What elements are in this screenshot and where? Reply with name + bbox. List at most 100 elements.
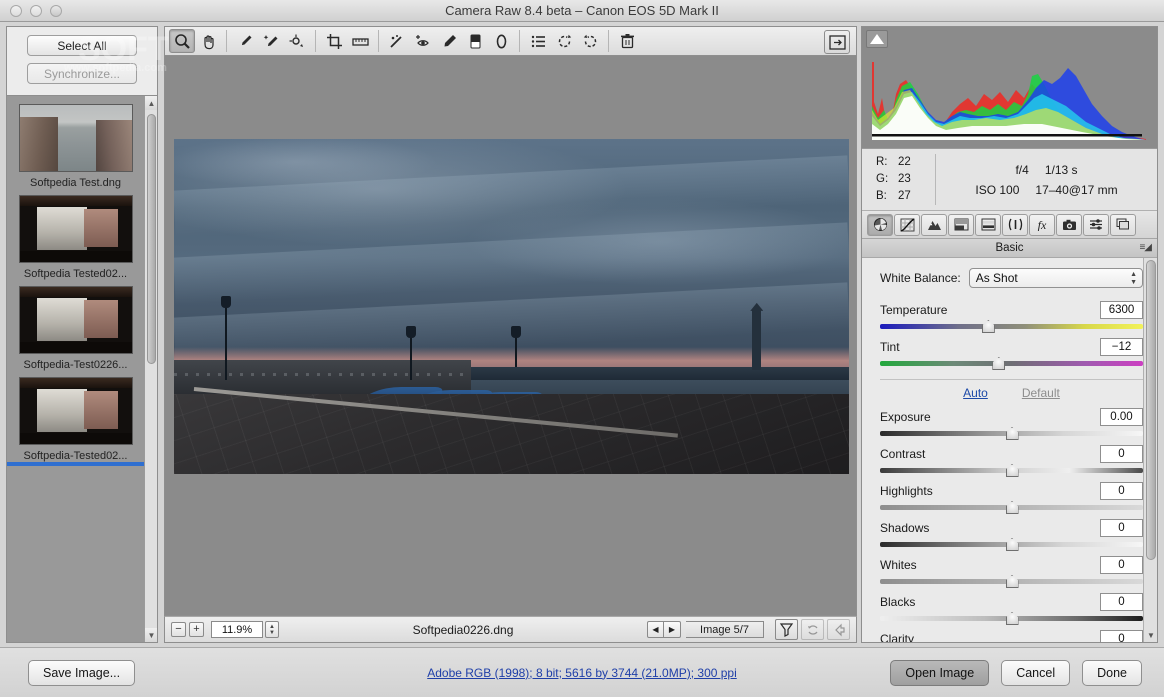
filmstrip-thumbnail[interactable]: [19, 195, 133, 263]
slider-value[interactable]: 0: [1100, 593, 1143, 611]
color-sampler-tool[interactable]: [258, 29, 284, 53]
slider-track-area[interactable]: [880, 538, 1143, 552]
radial-filter-tool[interactable]: [488, 29, 514, 53]
white-balance-select[interactable]: As Shot ▲▼: [969, 268, 1143, 288]
slider-handle[interactable]: [992, 357, 1005, 370]
slider-track-area[interactable]: [880, 357, 1143, 371]
slider-value[interactable]: −12: [1100, 338, 1143, 356]
tab-tone-curve[interactable]: [894, 214, 920, 236]
slider-temperature[interactable]: Temperature6300: [880, 300, 1143, 334]
toggle-fullscreen-button[interactable]: [824, 30, 850, 54]
filmstrip-thumbnail[interactable]: [19, 104, 133, 172]
filmstrip-scroll-thumb[interactable]: [147, 114, 156, 364]
slider-contrast[interactable]: Contrast0: [880, 444, 1143, 478]
preview-image[interactable]: [174, 139, 849, 474]
auto-link[interactable]: Auto: [963, 386, 988, 400]
slider-value[interactable]: 0: [1100, 556, 1143, 574]
slider-clarity[interactable]: Clarity0: [880, 629, 1143, 642]
previous-image-button[interactable]: ◀: [647, 621, 664, 638]
slider-handle[interactable]: [982, 320, 995, 333]
rotate-right-icon[interactable]: [827, 619, 850, 640]
slider-handle[interactable]: [1006, 538, 1019, 551]
cancel-button[interactable]: Cancel: [1001, 660, 1070, 686]
crop-tool[interactable]: [321, 29, 347, 53]
slider-blacks[interactable]: Blacks0: [880, 592, 1143, 626]
rotate-counterclockwise-tool[interactable]: [551, 29, 577, 53]
filmstrip-item[interactable]: Softpedia Tested02...: [7, 193, 144, 284]
default-link[interactable]: Default: [1022, 386, 1060, 400]
graduated-filter-tool[interactable]: [462, 29, 488, 53]
tab-camera-calibration[interactable]: [1056, 214, 1082, 236]
select-all-button[interactable]: Select All: [27, 35, 137, 56]
preferences-tool[interactable]: [525, 29, 551, 53]
slider-handle[interactable]: [1006, 427, 1019, 440]
filmstrip-item[interactable]: Softpedia-Test0226...: [7, 284, 144, 375]
slider-track-area[interactable]: [880, 612, 1143, 626]
slider-exposure[interactable]: Exposure0.00: [880, 407, 1143, 441]
open-image-button[interactable]: Open Image: [890, 660, 989, 686]
red-eye-removal-tool[interactable]: [410, 29, 436, 53]
tab-basic[interactable]: [867, 214, 893, 236]
white-balance-tool[interactable]: [232, 29, 258, 53]
targeted-adjustment-tool[interactable]: [284, 29, 310, 53]
panel-scroll-thumb[interactable]: [1146, 260, 1156, 560]
adjustment-brush-tool[interactable]: [436, 29, 462, 53]
delete-tool[interactable]: [614, 29, 640, 53]
slider-track-area[interactable]: [880, 575, 1143, 589]
spot-removal-tool[interactable]: [384, 29, 410, 53]
filmstrip-item[interactable]: Softpedia Test.dng: [7, 102, 144, 193]
panel-scroll-down-icon[interactable]: ▼: [1144, 629, 1157, 642]
zoom-tool[interactable]: [169, 29, 195, 53]
slider-tint[interactable]: Tint−12: [880, 337, 1143, 371]
tab-lens-corrections[interactable]: [1002, 214, 1028, 236]
slider-handle[interactable]: [1006, 575, 1019, 588]
scroll-up-icon[interactable]: ▲: [145, 96, 157, 110]
slider-label: Highlights: [880, 484, 933, 498]
panel-menu-icon[interactable]: ≡◢: [1139, 242, 1151, 253]
slider-track-area[interactable]: [880, 427, 1143, 441]
rotate-left-icon[interactable]: [801, 619, 824, 640]
zoom-in-button[interactable]: +: [189, 622, 204, 637]
slider-track-area[interactable]: [880, 501, 1143, 515]
tab-effects[interactable]: fx: [1029, 214, 1055, 236]
slider-value[interactable]: 0: [1100, 482, 1143, 500]
slider-value[interactable]: 6300: [1100, 301, 1143, 319]
slider-handle[interactable]: [1006, 464, 1019, 477]
slider-track[interactable]: [880, 361, 1143, 366]
slider-shadows[interactable]: Shadows0: [880, 518, 1143, 552]
filmstrip-item[interactable]: Softpedia-Tested02...: [7, 375, 144, 470]
shadow-clipping-warning-icon[interactable]: [866, 30, 888, 48]
rotate-clockwise-tool[interactable]: [577, 29, 603, 53]
tab-split-toning[interactable]: [975, 214, 1001, 236]
synchronize-button[interactable]: Synchronize...: [27, 63, 137, 84]
zoom-stepper[interactable]: ▲▼: [265, 621, 279, 638]
tab-snapshots[interactable]: [1110, 214, 1136, 236]
zoom-out-button[interactable]: −: [171, 622, 186, 637]
tab-presets[interactable]: [1083, 214, 1109, 236]
slider-track[interactable]: [880, 324, 1143, 329]
image-preview-area[interactable]: [164, 56, 857, 616]
tab-detail[interactable]: [921, 214, 947, 236]
slider-whites[interactable]: Whites0: [880, 555, 1143, 589]
slider-value[interactable]: 0: [1100, 445, 1143, 463]
slider-handle[interactable]: [1006, 612, 1019, 625]
tab-hsl-grayscale[interactable]: [948, 214, 974, 236]
slider-value[interactable]: 0.00: [1100, 408, 1143, 426]
done-button[interactable]: Done: [1082, 660, 1142, 686]
panel-scrollbar[interactable]: ▼: [1143, 258, 1157, 642]
slider-track-area[interactable]: [880, 320, 1143, 334]
filmstrip-thumbnail[interactable]: [19, 286, 133, 354]
slider-highlights[interactable]: Highlights 0: [880, 481, 1143, 515]
filmstrip-scrollbar[interactable]: ▲ ▼: [144, 96, 157, 642]
slider-value[interactable]: 0: [1100, 630, 1143, 643]
filmstrip-thumbnail[interactable]: [19, 377, 133, 445]
next-image-button[interactable]: ▶: [664, 621, 681, 638]
slider-handle[interactable]: [1006, 501, 1019, 514]
straighten-tool[interactable]: [347, 29, 373, 53]
hand-tool[interactable]: [195, 29, 221, 53]
slider-value[interactable]: 0: [1100, 519, 1143, 537]
slider-track-area[interactable]: [880, 464, 1143, 478]
zoom-level-value[interactable]: 11.9%: [211, 621, 263, 638]
scroll-down-icon[interactable]: ▼: [145, 628, 157, 642]
filmstrip-filter-icon[interactable]: [775, 619, 798, 640]
